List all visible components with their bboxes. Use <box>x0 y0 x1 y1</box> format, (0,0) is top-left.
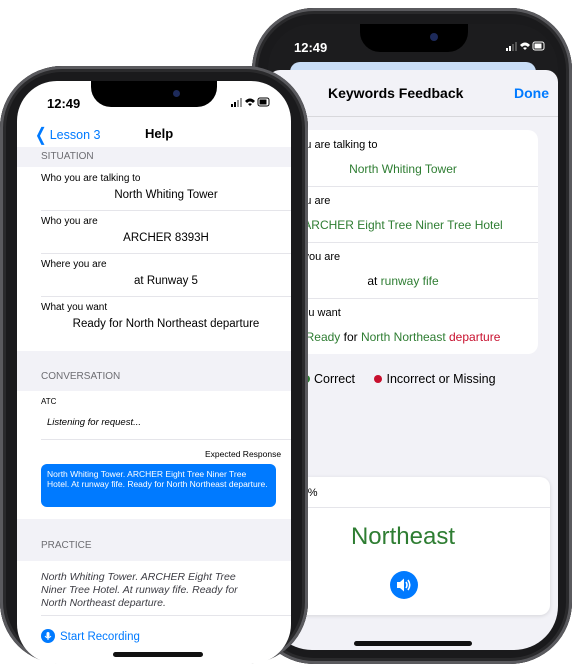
status-icons <box>506 40 546 55</box>
done-button[interactable]: Done <box>514 85 549 101</box>
divider <box>41 615 291 616</box>
divider <box>41 296 291 297</box>
nav-title: Keywords Feedback <box>328 85 464 101</box>
expected-label: Expected Response <box>205 449 282 459</box>
back-label: Lesson 3 <box>49 128 101 142</box>
feedback-keyword: departure <box>445 330 501 344</box>
front-phone-screen: 12:49 ❮ Lesson 3 Help SITUATION Who you a… <box>17 81 291 664</box>
feedback-keyword: for <box>340 330 361 344</box>
status-time: 12:49 <box>47 96 81 111</box>
field-label: Where you are <box>41 259 107 270</box>
incorrect-dot-icon <box>374 375 383 383</box>
feedback-row-value: Ready for North Northeast departure <box>268 330 538 344</box>
divider <box>268 186 538 187</box>
divider <box>41 253 291 254</box>
camera-icon <box>173 90 180 97</box>
legend-incorrect: Incorrect or Missing <box>386 372 496 386</box>
home-indicator <box>354 641 472 646</box>
score-word: Northeast <box>350 523 456 550</box>
listening-text: Listening for request... <box>47 417 141 428</box>
score-card: core: 93% Northeast <box>268 477 550 615</box>
camera-icon <box>430 33 438 41</box>
divider <box>268 507 550 508</box>
field-value: ARCHER 8393H <box>123 232 209 244</box>
practice-header: PRACTICE <box>17 519 291 561</box>
keywords-feedback-sheet: Keywords Feedback Done Who you are talki… <box>268 70 558 650</box>
signal-wifi-battery-icon <box>231 97 270 107</box>
start-recording-button[interactable]: Start Recording <box>41 629 140 643</box>
situation-header: SITUATION <box>17 147 291 167</box>
nav-bar: ❮ Lesson 3 Help <box>17 121 291 147</box>
feedback-keyword: North Whiting Tower <box>349 162 457 176</box>
feedback-row-value: North Whiting Tower <box>268 162 538 176</box>
back-phone-screen: 12:49 Keywords Feedback Done Who you are… <box>268 24 558 650</box>
feedback-keyword: Ready <box>305 330 341 344</box>
divider <box>268 298 538 299</box>
feedback-keyword: ARCHER Eight Tree Niner Tree Hotel <box>303 218 503 232</box>
feedback-keyword: runway fife <box>380 274 439 288</box>
feedback-row-value: at runway fife <box>268 274 538 288</box>
divider <box>41 210 291 211</box>
notch <box>360 24 468 52</box>
status-icons <box>231 96 271 111</box>
front-phone-frame: 12:49 ❮ Lesson 3 Help SITUATION Who you a… <box>0 66 308 664</box>
legend: Correct Incorrect or Missing <box>302 372 496 386</box>
field-label: Who you are <box>41 216 98 227</box>
page-title: Help <box>145 126 174 141</box>
conversation-header: CONVERSATION <box>17 351 291 391</box>
field-value: at Runway 5 <box>134 275 198 287</box>
signal-wifi-battery-icon <box>506 41 545 51</box>
practice-text: North Whiting Tower. ARCHER Eight Tree N… <box>41 571 238 609</box>
microphone-icon <box>41 629 55 643</box>
status-time: 12:49 <box>294 40 328 55</box>
divider <box>268 242 538 243</box>
feedback-row-value: ARCHER Eight Tree Niner Tree Hotel <box>268 218 538 232</box>
start-recording-label: Start Recording <box>60 631 140 643</box>
home-indicator <box>113 652 203 657</box>
chevron-left-icon: ❮ <box>35 123 47 145</box>
expected-response-bubble: North Whiting Tower. ARCHER Eight Tree N… <box>41 464 276 507</box>
notch <box>91 81 217 107</box>
legend-correct: Correct <box>314 372 355 386</box>
back-button[interactable]: ❮ Lesson 3 <box>35 123 101 145</box>
field-value: North Whiting Tower <box>114 189 218 201</box>
speaker-icon[interactable] <box>390 571 418 599</box>
divider <box>41 439 291 440</box>
feedback-keyword: at <box>367 274 381 288</box>
atc-label: ATC <box>41 397 57 406</box>
feedback-card: Who you are talking to North Whiting Towe… <box>268 130 538 354</box>
nav-bar: Keywords Feedback Done <box>268 70 558 117</box>
field-value: Ready for North Northeast departure <box>72 318 260 330</box>
field-label: What you want <box>41 302 108 313</box>
field-label: Who you are talking to <box>41 173 141 184</box>
feedback-keyword: North Northeast <box>360 330 446 344</box>
